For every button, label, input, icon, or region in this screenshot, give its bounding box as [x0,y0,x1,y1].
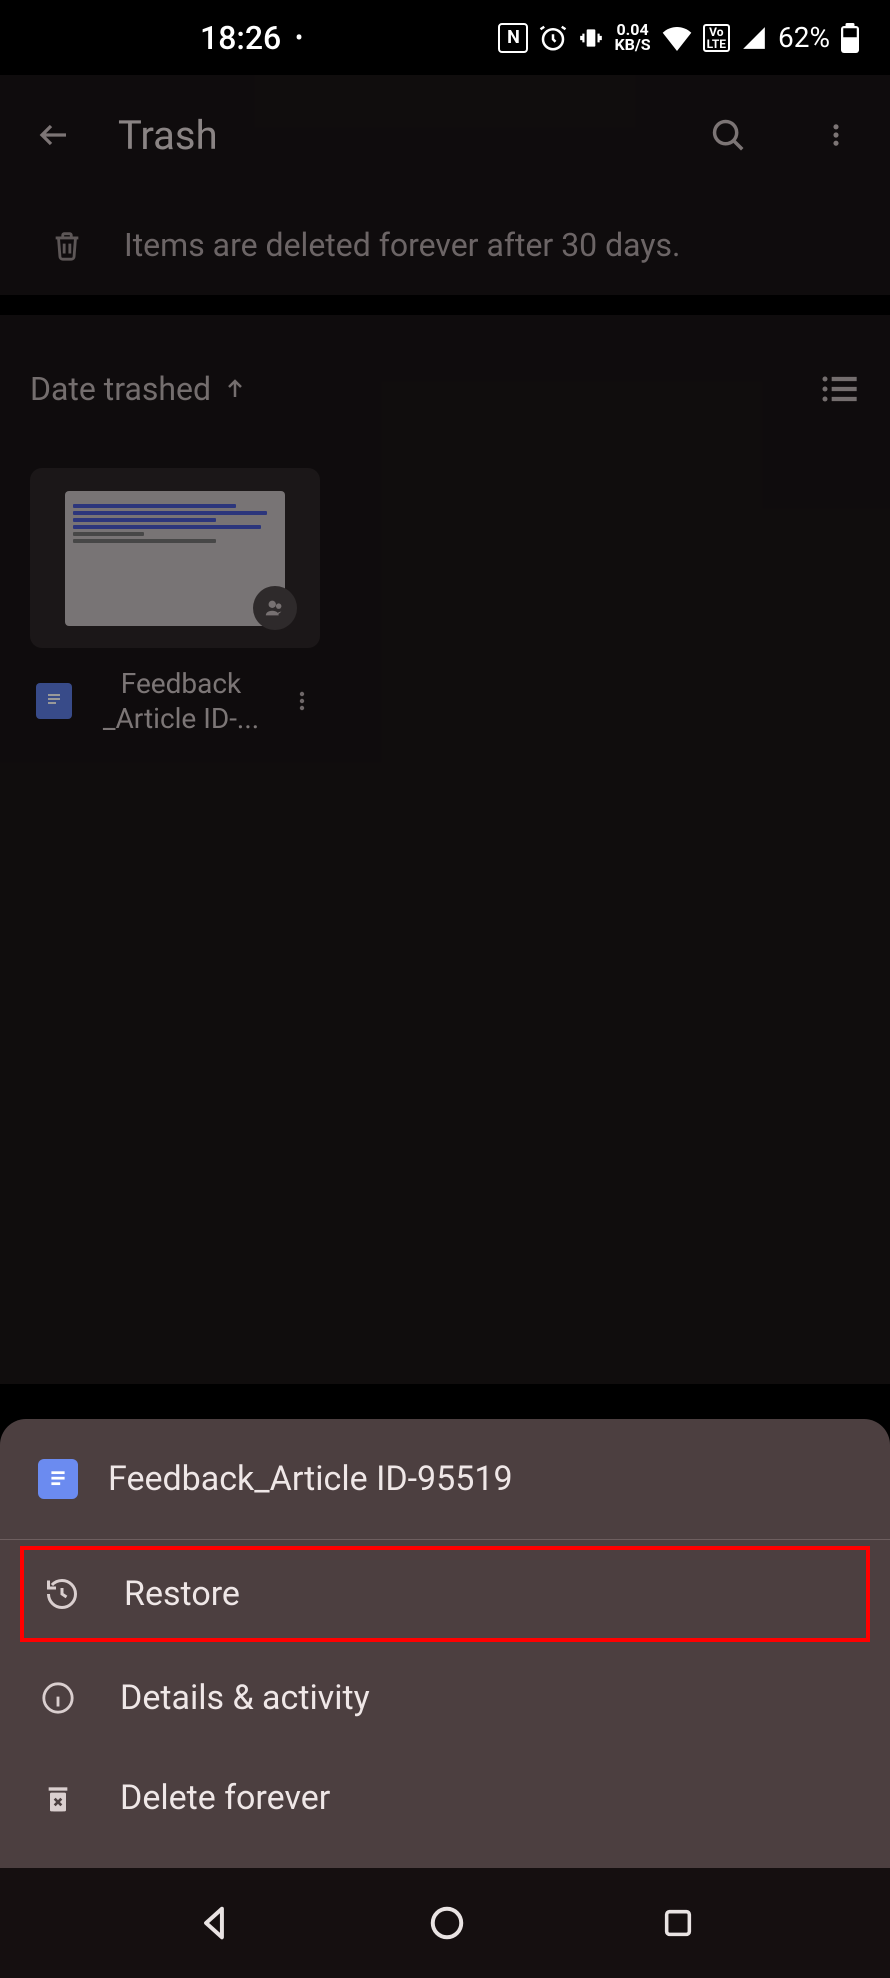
nav-back-icon[interactable] [195,1904,233,1942]
search-icon[interactable] [704,111,752,159]
app-header: Trash [0,75,890,195]
file-name: Feedback _Article ID-... [88,666,274,736]
banner-text: Items are deleted forever after 30 days. [124,226,680,264]
wifi-icon [661,25,693,51]
alarm-icon [538,23,568,53]
shared-icon [253,586,297,630]
file-more-icon[interactable] [290,685,314,717]
nfc-icon: N [498,23,528,53]
app-background-dimmed: Trash Items are deleted forever after 30… [0,75,890,1384]
details-label: Details & activity [120,1678,370,1718]
nav-home-icon[interactable] [428,1904,466,1942]
delete-forever-icon [38,1778,78,1818]
file-card[interactable]: Feedback _Article ID-... [30,468,320,754]
android-nav-bar [0,1868,890,1978]
more-icon[interactable] [812,111,860,159]
bottom-sheet: Feedback_Article ID-95519 Restore Detail… [0,1419,890,1868]
back-arrow-icon[interactable] [30,111,78,159]
view-list-icon[interactable] [820,374,860,404]
nav-recent-icon[interactable] [661,1906,695,1940]
delete-forever-button[interactable]: Delete forever [0,1748,890,1848]
info-icon [38,1678,78,1718]
file-grid: Feedback _Article ID-... [0,438,890,784]
docs-icon [36,683,72,719]
file-thumbnail [30,468,320,648]
status-separator: • [295,24,303,52]
sort-row: Date trashed [0,315,890,438]
volte-icon: VoLTE [703,24,730,52]
restore-label: Restore [124,1574,240,1614]
docs-icon [38,1459,78,1499]
restore-icon [42,1574,82,1614]
status-time: 18:26 [200,19,281,57]
sheet-header: Feedback_Article ID-95519 [0,1419,890,1540]
data-rate: 0.04KB/S [614,23,650,52]
restore-button[interactable]: Restore [20,1546,870,1642]
vibrate-icon [578,23,604,53]
page-title: Trash [118,112,664,159]
battery-percent: 62% [778,21,830,54]
trash-icon [50,225,84,265]
sort-label: Date trashed [30,370,211,408]
status-bar: 18:26 • N 0.04KB/S VoLTE 62% [0,0,890,75]
sort-button[interactable]: Date trashed [30,370,247,408]
sheet-title: Feedback_Article ID-95519 [108,1459,513,1499]
delete-label: Delete forever [120,1778,330,1818]
signal-icon [740,25,768,51]
arrow-up-icon [223,377,247,401]
battery-icon [840,23,860,53]
details-activity-button[interactable]: Details & activity [0,1648,890,1748]
trash-info-banner: Items are deleted forever after 30 days. [0,195,890,295]
